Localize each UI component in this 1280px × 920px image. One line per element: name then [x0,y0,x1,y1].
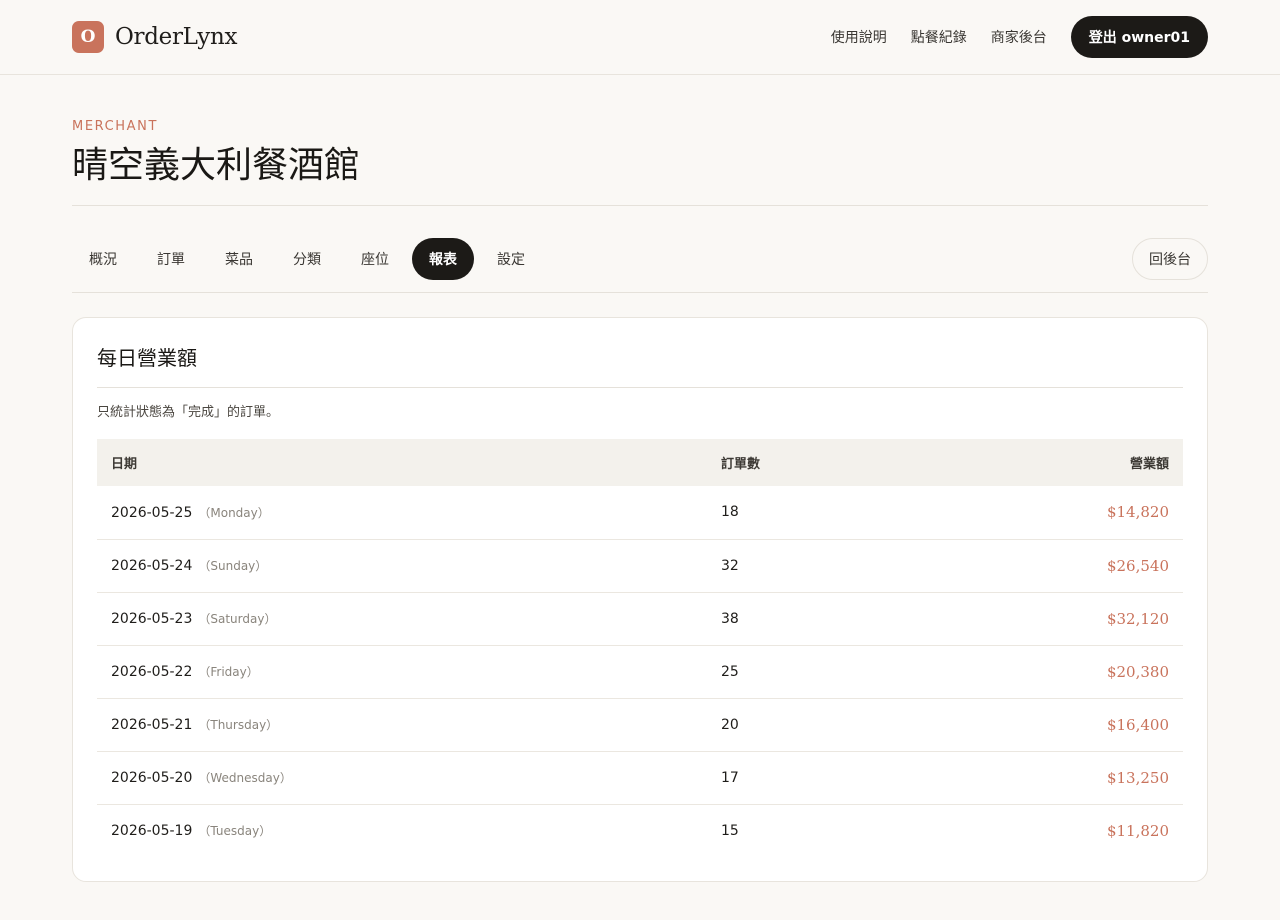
cell-revenue: $20,380 [910,644,1183,699]
table-row: 2026-05-22 （Friday） 25 $20,380 [97,644,1183,699]
card-title: 每日營業額 [97,342,1183,389]
tab-dishes[interactable]: 菜品 [208,238,270,280]
date-value: 2026-05-22 [111,664,193,681]
weekday-label: （Friday） [198,665,259,680]
weekday-label: （Sunday） [198,559,268,574]
tab-seats[interactable]: 座位 [344,238,406,280]
column-header-date: 日期 [97,439,707,487]
nav-link-merchant-admin[interactable]: 商家後台 [991,27,1047,47]
table-row: 2026-05-21 （Thursday） 20 $16,400 [97,697,1183,752]
cell-revenue: $13,250 [910,750,1183,805]
cell-order-count: 15 [707,803,911,858]
tab-settings[interactable]: 設定 [480,238,542,280]
date-value: 2026-05-21 [111,717,193,734]
table-header-row: 日期 訂單數 營業額 [97,439,1183,487]
date-value: 2026-05-24 [111,558,193,575]
cell-revenue: $11,820 [910,803,1183,858]
top-bar: O OrderLynx 使用說明 點餐紀錄 商家後台 登出 owner01 [0,0,1280,75]
cell-order-count: 18 [721,504,739,521]
weekday-label: （Tuesday） [198,824,272,839]
table-row: 2026-05-24 （Sunday） 32 $26,540 [97,538,1183,593]
cell-order-count: 17 [707,750,911,805]
date-value: 2026-05-25 [111,504,193,521]
brand-name: OrderLynx [115,24,238,50]
brand-logo-icon: O [72,21,104,53]
table-body: 2026-05-25 （Monday） 18 $14,820 2026-05-24 （Su… [97,486,1183,858]
merchant-header: MERCHANT 晴空義大利餐酒館 [0,75,1280,187]
nav-link-guide[interactable]: 使用說明 [831,27,887,47]
date-value: 2026-05-19 [111,823,193,840]
cell-order-count: 38 [707,591,911,646]
page-title: 晴空義大利餐酒館 [72,145,361,186]
cell-date: 2026-05-25 （Monday） [97,486,707,539]
table-row: 2026-05-19 （Tuesday） 15 $11,820 [97,803,1183,858]
cell-revenue: $14,820 [1106,503,1169,522]
cell-date: 2026-05-23 （Saturday） [97,591,707,646]
tab-reports[interactable]: 報表 [412,238,474,281]
cell-revenue: $32,120 [910,591,1183,646]
table-row: 2026-05-25 （Monday） 18 $14,820 [97,486,1183,539]
nav-link-order-history[interactable]: 點餐紀錄 [911,27,967,47]
cell-date: 2026-05-22 （Friday） [97,644,707,699]
date-value: 2026-05-20 [111,770,193,787]
column-header-revenue: 營業額 [910,439,1183,487]
daily-revenue-card: 每日營業額 只統計狀態為「完成」的訂單。 日期 訂單數 營業額 2026-05-… [72,317,1208,883]
tab-orders[interactable]: 訂單 [140,238,202,280]
table-row: 2026-05-23 （Saturday） 38 $32,120 [97,591,1183,646]
back-to-admin-button[interactable]: 回後台 [1132,238,1208,281]
merchant-eyebrow: MERCHANT [72,119,159,134]
cell-revenue: $26,540 [910,538,1183,593]
cell-date: 2026-05-24 （Sunday） [97,538,707,593]
cell-date: 2026-05-21 （Thursday） [97,697,707,752]
brand[interactable]: O OrderLynx [72,21,237,53]
column-header-orders: 訂單數 [707,439,911,487]
divider [72,205,1208,207]
cell-order-count: 20 [707,697,911,752]
tab-bar: 概況 訂單 菜品 分類 座位 報表 設定 回後台 [72,238,1208,294]
cell-date: 2026-05-19 （Tuesday） [97,803,707,858]
tab-overview[interactable]: 概況 [72,238,134,280]
table-row: 2026-05-20 （Wednesday） 17 $13,250 [97,750,1183,805]
revenue-table: 日期 訂單數 營業額 2026-05-25 （Monday） 18 $14,820 20… [97,439,1183,858]
date-value: 2026-05-23 [111,611,193,628]
top-nav: 使用說明 點餐紀錄 商家後台 登出 owner01 [831,16,1208,58]
weekday-label: （Monday） [198,505,270,520]
cell-date: 2026-05-20 （Wednesday） [97,750,707,805]
cell-order-count: 25 [707,644,911,699]
cell-revenue: $16,400 [910,697,1183,752]
weekday-label: （Wednesday） [198,771,292,786]
tab-list: 概況 訂單 菜品 分類 座位 報表 設定 [72,238,542,281]
tab-categories[interactable]: 分類 [276,238,338,280]
weekday-label: （Saturday） [198,612,277,627]
card-note: 只統計狀態為「完成」的訂單。 [97,405,280,421]
weekday-label: （Thursday） [198,718,279,733]
cell-order-count: 32 [707,538,911,593]
logout-button[interactable]: 登出 owner01 [1070,16,1208,58]
